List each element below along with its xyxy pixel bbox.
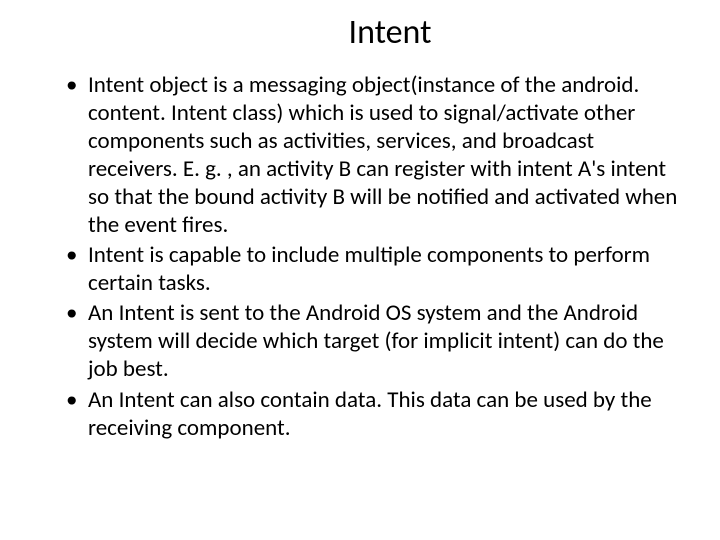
- bullet-list: Intent object is a messaging object(inst…: [40, 71, 680, 442]
- list-item: Intent is capable to include multiple co…: [66, 241, 680, 297]
- slide-container: Intent Intent object is a messaging obje…: [0, 0, 720, 540]
- list-item: Intent object is a messaging object(inst…: [66, 71, 680, 239]
- slide-title: Intent: [100, 12, 680, 53]
- list-item: An Intent can also contain data. This da…: [66, 386, 680, 442]
- list-item: An Intent is sent to the Android OS syst…: [66, 299, 680, 383]
